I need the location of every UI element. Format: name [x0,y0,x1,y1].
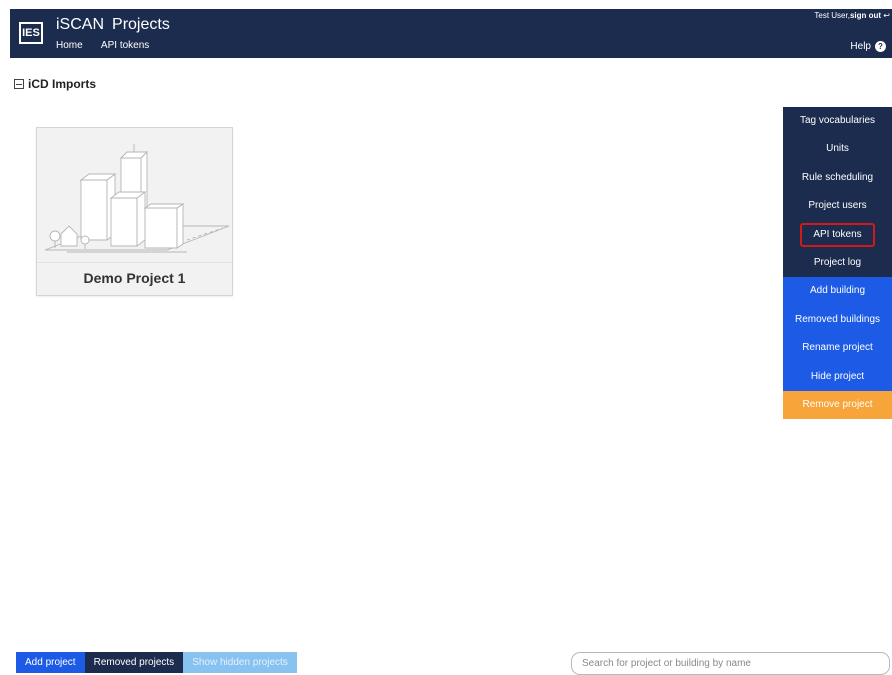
main-nav: Home API tokens [56,40,165,51]
top-navigation-bar: IES iSCAN Projects Home API tokens Test U… [10,9,892,58]
menu-item-label: Removed buildings [794,313,881,325]
project-group-title: iCD Imports [28,77,97,91]
nav-home-link[interactable]: Home [56,40,83,51]
menu-item-label: Rule scheduling [801,171,874,183]
menu-project-users[interactable]: Project users [783,192,892,221]
menu-item-label: Remove project [802,398,873,410]
ies-logo[interactable]: IES [19,22,43,44]
menu-units[interactable]: Units [783,135,892,164]
app-title: iSCAN Projects [56,16,170,34]
menu-item-label: Hide project [810,370,865,382]
project-thumbnail [37,128,232,262]
project-actions-menu: Tag vocabularies Units Rule scheduling P… [783,107,892,420]
project-group-header: iCD Imports [14,77,96,91]
nav-api-tokens-link[interactable]: API tokens [101,40,149,51]
menu-item-label: Rename project [802,342,873,354]
menu-project-log[interactable]: Project log [783,248,892,278]
menu-item-label: Tag vocabularies [799,115,876,126]
removed-projects-button[interactable]: Removed projects [84,652,184,673]
menu-item-label: Project log [813,256,862,268]
menu-rule-scheduling[interactable]: Rule scheduling [783,163,892,193]
menu-api-tokens[interactable]: API tokens [783,220,892,249]
page-name: Projects [112,16,170,33]
menu-add-building[interactable]: Add building [783,277,892,306]
collapse-icon[interactable] [14,79,24,89]
menu-remove-project[interactable]: Remove project [783,390,892,420]
sign-out-link[interactable]: sign out [850,11,881,20]
project-name[interactable]: Demo Project 1 [37,262,232,295]
search-input[interactable] [571,652,890,675]
menu-tag-vocabularies[interactable]: Tag vocabularies [783,107,892,136]
add-project-button[interactable]: Add project [16,652,85,673]
menu-rename-project[interactable]: Rename project [783,334,892,363]
sign-out-icon[interactable]: ↩ [883,11,890,20]
menu-item-label: API tokens [800,222,875,247]
user-name: Test User, [814,11,850,20]
app-name: iSCAN [56,16,105,33]
city-buildings-icon [44,144,230,253]
show-hidden-projects-button[interactable]: Show hidden projects [183,652,297,673]
footer-actions: Add project Removed projects Show hidden… [16,652,297,673]
user-area: Test User,sign out ↩ [814,11,890,20]
menu-hide-project[interactable]: Hide project [783,362,892,391]
help-icon: ? [875,41,886,52]
help-link[interactable]: Help ? [850,41,886,52]
project-card[interactable]: Demo Project 1 [36,127,233,296]
help-label: Help [850,41,871,52]
menu-item-label: Units [826,143,849,155]
menu-item-label: Add building [809,285,866,297]
menu-removed-buildings[interactable]: Removed buildings [783,305,892,335]
menu-item-label: Project users [808,200,867,212]
